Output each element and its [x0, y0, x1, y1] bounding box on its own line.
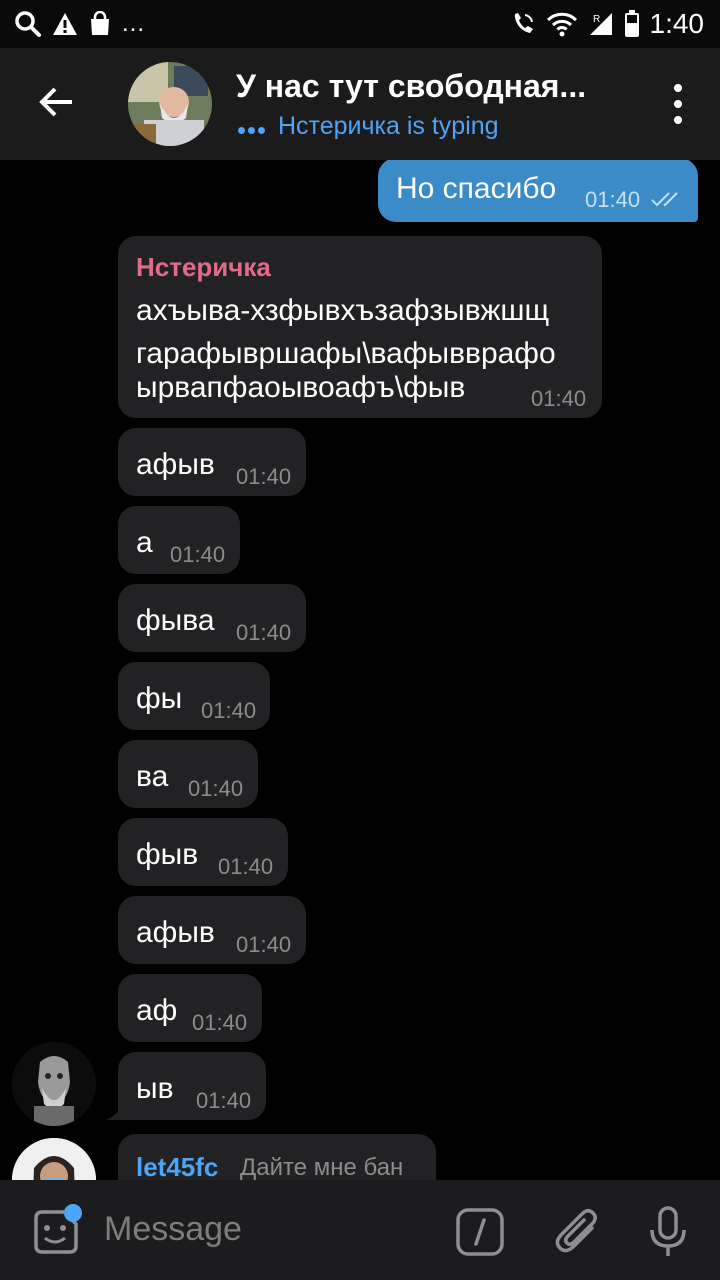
- message-time: 01:40: [218, 854, 274, 879]
- incoming-message[interactable]: фы 01:40: [118, 662, 270, 730]
- message-text: фы: [136, 682, 183, 715]
- message-line: ахъыва-хзфывхъзафзывжшщ: [136, 294, 550, 327]
- typing-status: Нстеричка is typing: [238, 112, 499, 141]
- message-time: 01:40: [170, 542, 226, 567]
- notification-dot: [64, 1204, 82, 1222]
- search-icon: [15, 11, 41, 37]
- message-text: афыв: [136, 448, 215, 481]
- incoming-message[interactable]: фыва 01:40: [118, 584, 306, 652]
- message-text: Но спасибо: [396, 172, 557, 205]
- message-text: фыва: [136, 604, 215, 637]
- back-button[interactable]: [28, 74, 84, 130]
- message-time: 01:40: [192, 1010, 248, 1035]
- typing-text: Нстеричка is typing: [278, 112, 499, 140]
- shopping-bag-icon: [91, 11, 109, 35]
- sender-avatar[interactable]: [12, 1138, 96, 1180]
- warning-icon: [53, 13, 77, 35]
- incoming-message[interactable]: Нстеричка ахъыва-хзфывхъзафзывжшщ гарафы…: [118, 236, 602, 418]
- sender-name[interactable]: let45fc: [136, 1152, 218, 1180]
- message-text: Дайте мне бан: [240, 1154, 404, 1180]
- message-text: афыв: [136, 916, 215, 949]
- incoming-message[interactable]: афыв 01:40: [118, 428, 306, 496]
- message-time: 01:40: [188, 776, 244, 801]
- incoming-message[interactable]: let45fc Дайте мне бан: [118, 1134, 436, 1180]
- back-arrow-icon: [39, 87, 72, 117]
- typing-dots-icon: [238, 112, 268, 141]
- wifi-call-icon: [514, 13, 533, 33]
- message-text: а: [136, 526, 153, 559]
- incoming-message[interactable]: ва 01:40: [118, 740, 258, 808]
- incoming-message[interactable]: аф 01:40: [118, 974, 262, 1042]
- message-text: фыв: [136, 838, 199, 871]
- sender-avatar[interactable]: [12, 1042, 96, 1126]
- wifi-icon: [546, 12, 577, 37]
- message-time: 01:40: [585, 187, 641, 212]
- status-bar: ... R 1:40: [0, 0, 720, 48]
- status-time: 1:40: [649, 8, 705, 39]
- command-icon: [456, 1208, 504, 1256]
- chat-title[interactable]: У нас тут свободная...: [236, 68, 586, 105]
- message-time: 01:40: [531, 386, 587, 411]
- chat-avatar[interactable]: [128, 62, 212, 146]
- message-time: 01:40: [201, 698, 257, 723]
- message-line: гарафывршафы\вафывврафо: [136, 337, 556, 370]
- command-button[interactable]: [456, 1208, 504, 1256]
- message-time: 01:40: [196, 1088, 252, 1113]
- message-input-bar: Message: [0, 1180, 720, 1280]
- bubble-tail: [106, 1106, 122, 1120]
- signal-icon: R: [589, 13, 612, 35]
- chat-header: У нас тут свободная... Нстеричка is typi…: [0, 48, 720, 160]
- read-checks-icon: [651, 192, 678, 207]
- message-text: аф: [136, 994, 178, 1027]
- sticker-button[interactable]: [30, 1204, 82, 1256]
- battery-icon: [624, 10, 639, 37]
- outgoing-message[interactable]: Но спасибо 01:40: [378, 160, 698, 222]
- message-time: 01:40: [236, 464, 292, 489]
- mic-icon: [650, 1206, 686, 1256]
- svg-text:R: R: [593, 14, 600, 25]
- message-time: 01:40: [236, 932, 292, 957]
- attach-icon: [555, 1209, 597, 1253]
- message-line: ырвапфаоывоафъ\фыв: [136, 371, 466, 404]
- more-vert-icon[interactable]: [666, 84, 690, 124]
- more-notifications: ...: [122, 10, 146, 37]
- voice-button[interactable]: [648, 1206, 688, 1258]
- message-text: ыв: [136, 1072, 174, 1105]
- incoming-message[interactable]: афыв 01:40: [118, 896, 306, 964]
- message-text: ва: [136, 760, 169, 793]
- message-input[interactable]: Message: [104, 1210, 242, 1249]
- sender-name[interactable]: Нстеричка: [136, 252, 271, 283]
- message-list[interactable]: Но спасибо 01:40 Нстеричка ахъыва-хзфывх…: [0, 160, 720, 1180]
- incoming-message[interactable]: ыв 01:40: [118, 1052, 266, 1120]
- message-time: 01:40: [236, 620, 292, 645]
- incoming-message[interactable]: а 01:40: [118, 506, 240, 574]
- incoming-message[interactable]: фыв 01:40: [118, 818, 288, 886]
- attach-button[interactable]: [554, 1206, 602, 1258]
